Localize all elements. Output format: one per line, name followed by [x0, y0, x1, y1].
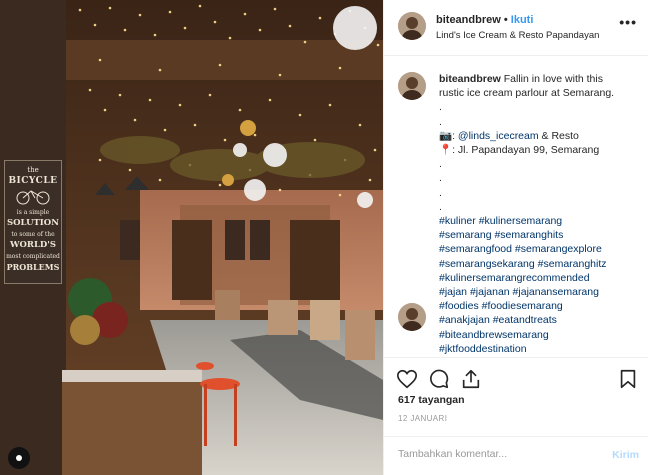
share-icon[interactable] [460, 368, 482, 390]
more-options-icon[interactable]: ••• [619, 14, 637, 30]
heart-icon[interactable] [396, 368, 418, 390]
sign-line: to some of the [11, 231, 55, 238]
hashtag-line[interactable]: #kulinersemarangrecommended [439, 271, 639, 285]
mention-suffix: & Resto [541, 129, 579, 142]
caption-dot: . [439, 101, 442, 114]
separator-dot: • [503, 14, 508, 26]
hashtag-line[interactable]: #anakjajan #eatandtreats [439, 313, 639, 327]
post-header: biteandbrew • Ikuti Lind's Ice Cream & R… [384, 0, 648, 56]
caption-avatar[interactable] [398, 72, 426, 100]
bookmark-icon[interactable] [617, 368, 639, 390]
hashtag-line[interactable]: #jajan #jajanan #jajanansemarang [439, 285, 639, 299]
sign-line: most complicated [6, 253, 60, 260]
avatar-image [398, 303, 426, 331]
caption-dot: . [439, 158, 442, 171]
comment-input[interactable] [398, 448, 598, 460]
sign-line: is a simple [16, 209, 50, 216]
comment-icon[interactable] [428, 368, 450, 390]
sign-line: BICYCLE [8, 176, 58, 186]
caption-author[interactable]: biteandbrew [439, 73, 501, 85]
hashtag-line[interactable]: #biteandbrewsemarang [439, 328, 639, 342]
caption-text: biteandbrew Fallin in love with this rus… [439, 72, 639, 356]
username-link[interactable]: biteandbrew [436, 14, 501, 26]
location-link[interactable]: Lind's Ice Cream & Resto Papandayan [436, 30, 599, 41]
post-date[interactable]: 12 JANUARI [398, 414, 447, 423]
caption-dot: . [439, 200, 442, 213]
mention-link[interactable]: @linds_icecream [458, 130, 539, 142]
bicycle-sign: the BICYCLE is a simple SOLUTION to some… [4, 160, 62, 284]
caption-line: rustic ice cream parlour at Semarang. [439, 87, 615, 100]
sign-line: PROBLEMS [6, 262, 60, 272]
follow-button[interactable]: Ikuti [511, 14, 534, 26]
comment-avatar[interactable] [398, 303, 426, 331]
pin-emoji: 📍: [439, 144, 455, 157]
avatar-image [398, 12, 426, 40]
video-sound-toggle[interactable] [8, 447, 30, 469]
post-photo[interactable]: the BICYCLE is a simple SOLUTION to some… [0, 0, 383, 475]
avatar-image [398, 72, 426, 100]
hashtag-line[interactable]: #jktfooddestination [439, 342, 639, 356]
post-details-panel: biteandbrew • Ikuti Lind's Ice Cream & R… [383, 0, 648, 475]
caption-dot: . [439, 172, 442, 185]
sign-line: SOLUTION [7, 218, 59, 228]
caption-area: biteandbrew Fallin in love with this rus… [398, 72, 643, 357]
hashtag-line[interactable]: #semarangsekarang #semaranghitz [439, 257, 639, 271]
comment-bar: Kirim [384, 436, 648, 475]
caption-dot: . [439, 115, 442, 128]
hashtag-line[interactable]: #kuliner #kulinersemarang [439, 214, 639, 228]
action-bar [384, 357, 648, 389]
sign-line: WORLD'S [9, 240, 57, 250]
bicycle-icon [16, 190, 50, 205]
address-text: Jl. Papandayan 99, Semarang [457, 144, 600, 157]
hashtag-line[interactable]: #semarangfood #semarangexplore [439, 242, 639, 256]
hashtag-line[interactable]: #foodies #foodiesemarang [439, 299, 639, 313]
post-header-title: biteandbrew • Ikuti [436, 14, 533, 26]
sign-line: the [27, 166, 39, 174]
camera-emoji: 📷: [439, 129, 455, 142]
post-comment-button[interactable]: Kirim [612, 449, 639, 461]
view-count[interactable]: 617 tayangan [398, 394, 465, 406]
caption-dot: . [439, 186, 442, 199]
hashtag-line[interactable]: #semarang #semaranghits [439, 228, 639, 242]
caption-line: Fallin in love with this [503, 73, 603, 85]
avatar[interactable] [398, 12, 426, 40]
